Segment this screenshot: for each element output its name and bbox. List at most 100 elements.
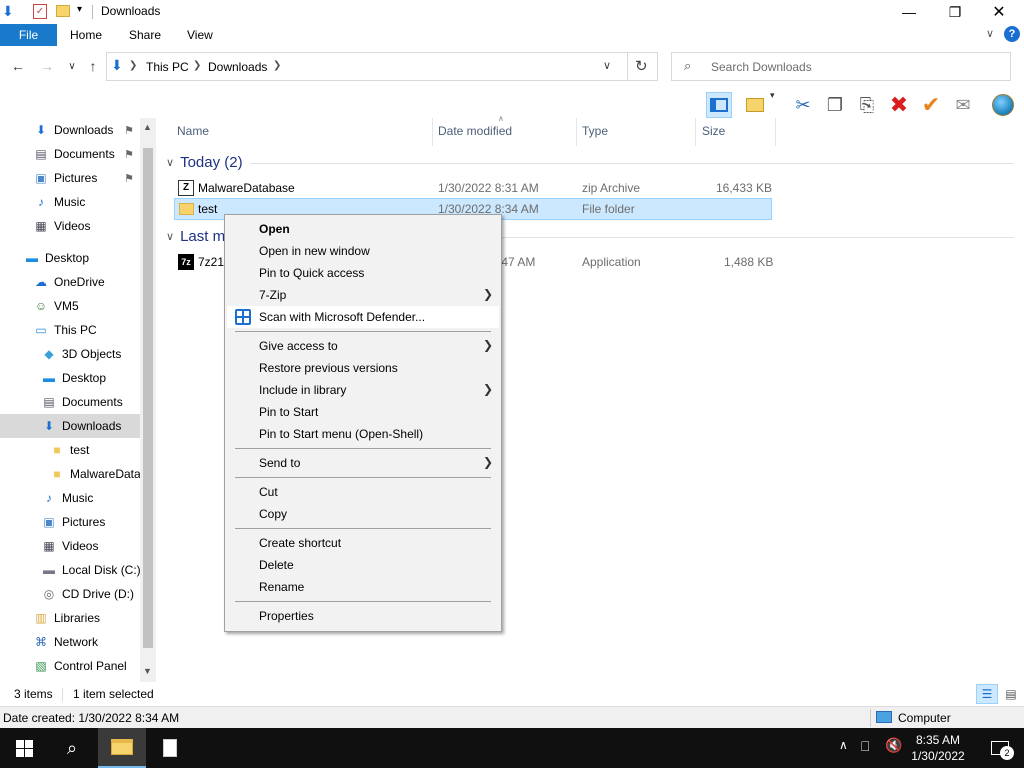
menu-item-cut[interactable]: Cut: [227, 481, 499, 503]
sidebar-item-cd-drive-d[interactable]: ◎ CD Drive (D:): [0, 582, 140, 606]
sidebar-item-local-disk-c[interactable]: ▬ Local Disk (C:): [0, 558, 141, 582]
sidebar-item-libraries[interactable]: ▥ Libraries: [0, 606, 140, 630]
sidebar-item-documents[interactable]: ▤ Documents ⚑: [0, 142, 140, 166]
column-divider[interactable]: [576, 118, 577, 146]
properties-check-icon[interactable]: ✓: [33, 4, 47, 19]
menu-item-pin-to-quick-access[interactable]: Pin to Quick access: [227, 262, 499, 284]
column-header-date[interactable]: Date modified: [438, 124, 512, 138]
tab-share[interactable]: Share: [129, 28, 161, 42]
menu-item-scan-with-microsoft-defender[interactable]: Scan with Microsoft Defender...: [227, 306, 499, 328]
paste-icon[interactable]: ⎘: [854, 92, 880, 118]
start-button[interactable]: [0, 728, 48, 768]
sidebar-item-vm5[interactable]: ☺ VM5: [0, 294, 140, 318]
email-icon[interactable]: ✉: [950, 92, 976, 118]
sidebar-item-music[interactable]: ♪ Music: [0, 190, 140, 214]
column-header-name[interactable]: Name: [177, 124, 209, 138]
menu-item-restore-previous-versions[interactable]: Restore previous versions: [227, 357, 499, 379]
refresh-icon[interactable]: ↻: [635, 57, 648, 75]
tab-home[interactable]: Home: [70, 28, 102, 42]
sidebar-item-test[interactable]: ■ test: [0, 438, 140, 462]
table-row[interactable]: Z MalwareDatabase 1/30/2022 8:31 AM zip …: [174, 177, 772, 199]
search-box[interactable]: ⌕ Search Downloads: [671, 52, 1011, 81]
breadcrumb-downloads[interactable]: Downloads: [208, 60, 267, 74]
tab-view[interactable]: View: [187, 28, 213, 42]
menu-item-open[interactable]: Open: [227, 218, 499, 240]
column-divider[interactable]: [775, 118, 776, 146]
notifications-button[interactable]: 2: [976, 728, 1024, 768]
column-header-type[interactable]: Type: [582, 124, 608, 138]
address-dropdown-icon[interactable]: ∨: [603, 59, 611, 72]
menu-item-properties[interactable]: Properties: [227, 605, 499, 627]
scroll-down-icon[interactable]: ▼: [143, 666, 152, 676]
address-bar[interactable]: ⬇ ❯ This PC ❯ Downloads ❯ ∨ ↻: [106, 52, 658, 81]
system-clock[interactable]: 8:35 AM 1/30/2022: [906, 732, 970, 764]
sidebar-item-documents[interactable]: ▤ Documents: [0, 390, 140, 414]
search-icon[interactable]: ⌕: [48, 728, 96, 768]
sidebar-item-3d-objects[interactable]: ◆ 3D Objects: [0, 342, 140, 366]
menu-item-include-in-library[interactable]: Include in library ❯: [227, 379, 499, 401]
cut-icon[interactable]: ✂: [790, 92, 816, 118]
sidebar-item-videos[interactable]: ▦ Videos: [0, 214, 140, 238]
navigation-pane-icon[interactable]: [706, 92, 732, 118]
sidebar-item-malwaredata[interactable]: ■ MalwareData: [0, 462, 140, 486]
group-header-today[interactable]: ∨ Today (2): [166, 154, 243, 171]
group-header-last-month[interactable]: ∨ Last m: [166, 228, 225, 245]
search-input[interactable]: Search Downloads: [711, 60, 812, 74]
menu-item-rename[interactable]: Rename: [227, 576, 499, 598]
up-arrow-icon[interactable]: ↑: [83, 56, 103, 76]
nav-scroll-thumb[interactable]: [143, 148, 153, 648]
scroll-up-icon[interactable]: ▲: [143, 122, 152, 132]
breadcrumb-chevron-icon[interactable]: ❯: [193, 60, 201, 71]
menu-item-delete[interactable]: Delete: [227, 554, 499, 576]
tab-file[interactable]: File: [0, 24, 57, 46]
menu-item-give-access-to[interactable]: Give access to ❯: [227, 335, 499, 357]
sidebar-item-network[interactable]: ⌘ Network: [0, 630, 140, 654]
column-divider[interactable]: [695, 118, 696, 146]
back-arrow-icon[interactable]: ←: [8, 56, 28, 76]
menu-item-copy[interactable]: Copy: [227, 503, 499, 525]
sidebar-item-desktop[interactable]: ▬ Desktop: [0, 366, 140, 390]
menu-item-pin-to-start[interactable]: Pin to Start: [227, 401, 499, 423]
delete-x-icon[interactable]: ✖: [886, 92, 912, 118]
close-button[interactable]: ✕: [976, 0, 1022, 24]
sidebar-item-videos[interactable]: ▦ Videos: [0, 534, 140, 558]
breadcrumb-chevron-icon[interactable]: ❯: [273, 60, 281, 71]
menu-item-send-to[interactable]: Send to ❯: [227, 452, 499, 474]
properties-check-icon[interactable]: ✔: [918, 92, 944, 118]
sidebar-item-onedrive[interactable]: ☁ OneDrive: [0, 270, 140, 294]
maximize-button[interactable]: ❐: [932, 0, 978, 24]
expand-ribbon-icon[interactable]: ∨: [986, 27, 994, 40]
sidebar-item-this-pc[interactable]: ▭ This PC: [0, 318, 140, 342]
copy-icon[interactable]: ❐: [822, 92, 848, 118]
forward-arrow-icon[interactable]: →: [37, 56, 57, 76]
sidebar-item-downloads[interactable]: ⬇ Downloads: [0, 414, 140, 438]
volume-muted-icon[interactable]: 🔇: [885, 737, 902, 754]
network-status-icon[interactable]: ⎕: [861, 738, 869, 755]
settings-shell-icon[interactable]: [990, 92, 1016, 118]
quick-access-dropdown-icon[interactable]: ▾: [77, 4, 82, 15]
minimize-button[interactable]: —: [886, 0, 932, 24]
recent-locations-chevron-icon[interactable]: ∨: [62, 56, 82, 76]
taskbar-file-explorer[interactable]: [98, 728, 146, 768]
show-hidden-icons-chevron-icon[interactable]: ∧: [839, 738, 848, 752]
taskbar-notepad[interactable]: [146, 728, 194, 768]
menu-item-7-zip[interactable]: 7-Zip ❯: [227, 284, 499, 306]
details-view-icon[interactable]: ☰: [976, 684, 998, 704]
sidebar-item-pictures[interactable]: ▣ Pictures ⚑: [0, 166, 140, 190]
column-header-size[interactable]: Size: [702, 124, 725, 138]
menu-item-pin-to-start-menu-open-shell[interactable]: Pin to Start menu (Open-Shell): [227, 423, 499, 445]
folder-options-icon[interactable]: [742, 92, 768, 118]
menu-item-create-shortcut[interactable]: Create shortcut: [227, 532, 499, 554]
sidebar-item-control-panel[interactable]: ▧ Control Panel: [0, 654, 140, 678]
large-icons-view-icon[interactable]: ▤: [1000, 684, 1022, 704]
dropdown-icon[interactable]: ▾: [770, 90, 775, 101]
sidebar-item-pictures[interactable]: ▣ Pictures: [0, 510, 140, 534]
sidebar-item-desktop[interactable]: ▬ Desktop: [0, 246, 140, 270]
breadcrumb-this-pc[interactable]: This PC: [146, 60, 189, 74]
breadcrumb-chevron-icon[interactable]: ❯: [129, 60, 137, 71]
column-divider[interactable]: [432, 118, 433, 146]
menu-item-open-in-new-window[interactable]: Open in new window: [227, 240, 499, 262]
sidebar-item-downloads[interactable]: ⬇ Downloads ⚑: [0, 118, 140, 142]
new-folder-icon[interactable]: [56, 5, 70, 17]
help-button[interactable]: ?: [1004, 26, 1020, 42]
